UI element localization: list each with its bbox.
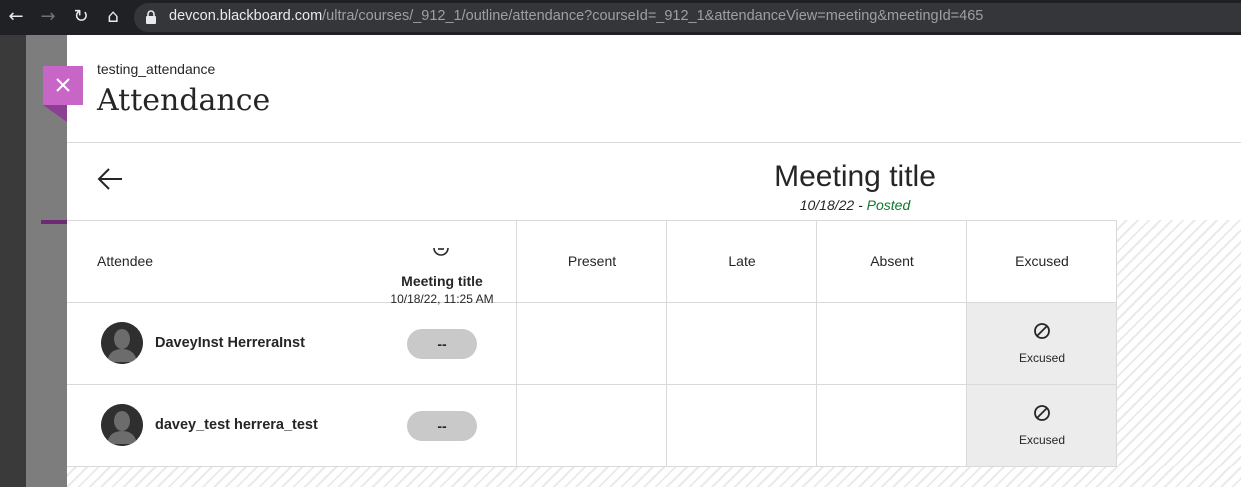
present-column-header[interactable]: Present — [517, 253, 667, 269]
meeting-column-title[interactable]: Meeting title — [377, 273, 507, 289]
back-nav-icon[interactable]: ← — [4, 5, 28, 29]
avatar — [101, 404, 143, 446]
url-text[interactable]: devcon.blackboard.com/ultra/courses/_912… — [169, 8, 983, 24]
absent-column-header[interactable]: Absent — [817, 253, 967, 269]
browser-toolbar: ← → ↻ ⌂ devcon.blackboard.com/ultra/cour… — [0, 0, 1241, 35]
excused-icon — [1034, 405, 1050, 421]
meeting-date: 10/18/22 — [799, 197, 855, 213]
excused-cell[interactable] — [967, 303, 1117, 384]
background-nav — [0, 35, 26, 487]
empty-area-bottom — [67, 466, 1241, 487]
excused-icon — [1034, 323, 1050, 339]
home-icon[interactable]: ⌂ — [101, 5, 125, 29]
course-name: testing_attendance — [97, 61, 216, 77]
page-title: Attendance — [97, 83, 271, 118]
meeting-title: Meeting title — [774, 160, 936, 193]
grid-line — [67, 220, 1117, 221]
empty-area — [1117, 220, 1241, 487]
grade-pill[interactable]: -- — [407, 411, 477, 441]
late-column-header[interactable]: Late — [667, 253, 817, 269]
grid-line — [67, 466, 1117, 467]
reload-icon[interactable]: ↻ — [69, 5, 93, 29]
student-name[interactable]: DaveyInst HerreraInst — [155, 335, 305, 351]
avatar — [101, 322, 143, 364]
grid-line — [67, 384, 1117, 385]
excused-label: Excused — [1018, 351, 1066, 365]
url-path: /ultra/courses/_912_1/outline/attendance… — [322, 8, 984, 24]
excused-column-header[interactable]: Excused — [967, 253, 1117, 269]
student-name[interactable]: davey_test herrera_test — [155, 417, 318, 433]
user-silhouette-icon — [101, 322, 143, 364]
lock-icon — [146, 10, 156, 24]
user-silhouette-icon — [101, 404, 143, 446]
close-button-tab — [43, 105, 67, 122]
meeting-column-datetime: 10/18/22, 11:25 AM — [390, 292, 494, 306]
excused-label: Excused — [1018, 433, 1066, 447]
background-tab-indicator — [41, 220, 67, 224]
panel-header: testing_attendance Attendance — [67, 35, 1241, 143]
url-host: devcon.blackboard.com — [169, 8, 323, 24]
meeting-meta: 10/18/22 - Posted — [67, 197, 1241, 213]
grade-pill[interactable]: -- — [407, 329, 477, 359]
grid-line — [67, 302, 1117, 303]
meeting-separator: - — [854, 197, 867, 213]
meeting-options-icon[interactable] — [433, 248, 449, 256]
forward-nav-icon[interactable]: → — [36, 5, 60, 29]
attendance-panel: testing_attendance Attendance Meeting ti… — [67, 35, 1241, 487]
close-icon — [56, 78, 70, 92]
excused-cell[interactable] — [967, 385, 1117, 466]
posted-status: Posted — [866, 197, 911, 213]
attendee-column-header[interactable]: Attendee — [97, 253, 153, 269]
close-button[interactable] — [43, 66, 83, 105]
